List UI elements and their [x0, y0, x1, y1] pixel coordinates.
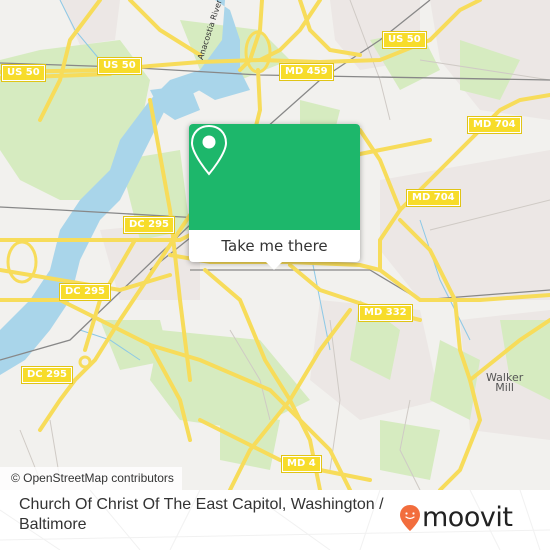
brand-name: moovit: [422, 502, 513, 533]
route-shield-us50-east: US 50: [382, 31, 427, 49]
take-me-there-button[interactable]: Take me there: [189, 230, 360, 262]
route-shield-md459: MD 459: [279, 63, 334, 81]
map-attribution[interactable]: © OpenStreetMap contributors: [0, 467, 182, 490]
route-shield-dc295-center: DC 295: [59, 283, 111, 301]
route-shield-dc295-north: DC 295: [123, 216, 175, 234]
popup-header: [189, 124, 360, 230]
route-shield-dc295-south: DC 295: [21, 366, 73, 384]
route-shield-md332: MD 332: [358, 304, 413, 322]
route-shield-md704-north: MD 704: [467, 116, 522, 134]
moovit-pin-icon: [400, 504, 420, 531]
route-shield-md4: MD 4: [281, 455, 322, 473]
route-shield-us50-west: US 50: [1, 64, 46, 82]
popup-pointer: [265, 261, 283, 270]
place-label-walker-mill: Walker Mill: [486, 371, 524, 394]
map-view[interactable]: US 50 US 50 US 50 MD 459 MD 704 MD 704 D…: [0, 0, 550, 490]
location-popup: Take me there: [189, 124, 360, 270]
footer: Church Of Christ Of The East Capitol, Wa…: [0, 490, 550, 550]
route-shield-us50-center: US 50: [97, 57, 142, 75]
route-shield-md704-south: MD 704: [406, 189, 461, 207]
location-title: Church Of Christ Of The East Capitol, Wa…: [19, 496, 384, 533]
map-pin-icon: [190, 124, 228, 176]
moovit-logo[interactable]: moovit: [399, 502, 513, 533]
